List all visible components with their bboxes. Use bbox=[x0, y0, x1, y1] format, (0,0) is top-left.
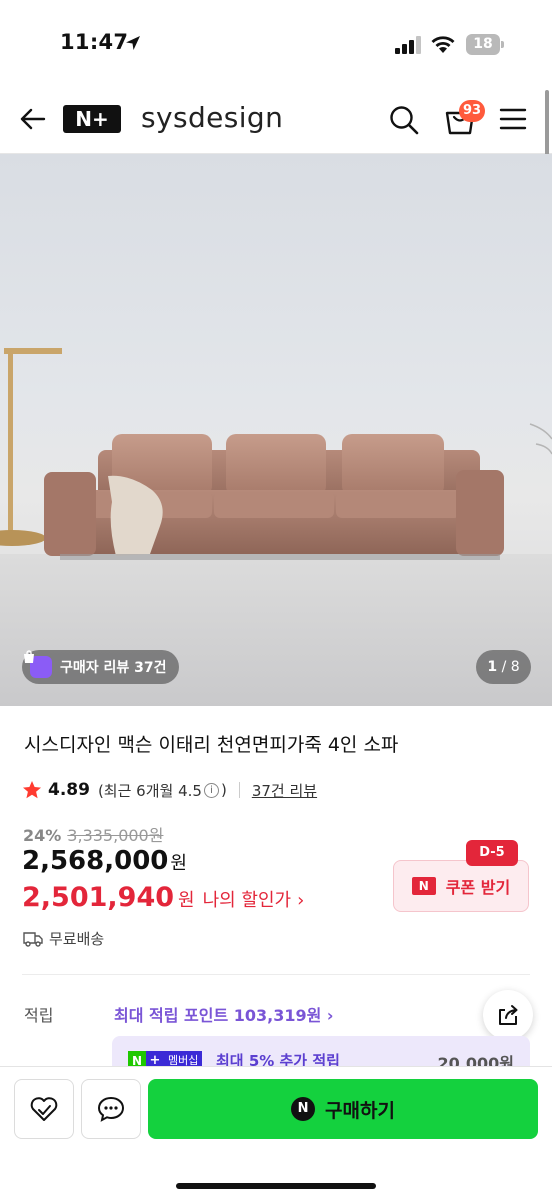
my-discount-price: 2,501,940 bbox=[22, 882, 175, 913]
rating-detail-close: ) bbox=[220, 781, 227, 799]
discount-row: 24% 3,335,000원 bbox=[23, 822, 163, 846]
rating-row: 4.89 (최근 6개월 4.5 i ) 37건 리뷰 bbox=[22, 778, 317, 802]
home-indicator bbox=[176, 1183, 376, 1189]
shipping-row: 무료배송 bbox=[23, 928, 104, 949]
talktalk-button[interactable] bbox=[81, 1079, 141, 1139]
buy-now-button[interactable]: N 구매하기 bbox=[148, 1079, 538, 1139]
review-bag-icon bbox=[24, 650, 52, 678]
discount-percent: 24% bbox=[23, 826, 62, 845]
shipping-label: 무료배송 bbox=[49, 930, 105, 948]
wifi-icon bbox=[431, 36, 455, 53]
heart-check-icon bbox=[30, 1097, 58, 1121]
section-divider bbox=[22, 974, 530, 975]
brand-name[interactable]: sysdesign bbox=[141, 101, 283, 134]
rating-detail: (최근 6개월 4.5 bbox=[97, 781, 202, 800]
image-total: / 8 bbox=[501, 659, 520, 675]
truck-icon bbox=[23, 931, 43, 947]
back-arrow-icon[interactable] bbox=[18, 104, 48, 134]
coupon-dday-badge: D-5 bbox=[466, 840, 518, 866]
price-row: 2,568,000 원 bbox=[22, 846, 187, 876]
my-price-unit: 원 bbox=[178, 890, 195, 911]
my-discount-price-row[interactable]: 2,501,940 원 나의 할인가 › bbox=[22, 882, 304, 913]
sale-price: 2,568,000 bbox=[22, 846, 169, 876]
price-unit: 원 bbox=[170, 853, 187, 874]
naver-plus-logo[interactable]: N+ bbox=[63, 105, 121, 133]
info-icon[interactable]: i bbox=[203, 782, 219, 798]
battery-icon: 18 bbox=[466, 34, 504, 55]
rating-score: 4.89 bbox=[48, 780, 90, 800]
buyer-review-chip[interactable]: 구매자 리뷰 37건 bbox=[22, 650, 179, 684]
status-bar: 11:47 18 bbox=[0, 0, 552, 88]
hamburger-menu-icon[interactable] bbox=[499, 106, 527, 132]
my-discount-label: 나의 할인가 bbox=[202, 890, 292, 911]
max-points-link[interactable]: 최대 적립 포인트 103,319원 › bbox=[114, 1002, 334, 1026]
product-title: 시스디자인 맥슨 이태리 천연면피가죽 4인 소파 bbox=[24, 734, 399, 756]
review-count-link[interactable]: 37건 리뷰 bbox=[252, 780, 317, 801]
chat-bubble-icon bbox=[97, 1096, 125, 1122]
battery-level: 18 bbox=[466, 34, 500, 55]
product-image-carousel[interactable]: 구매자 리뷰 37건 1 / 8 bbox=[0, 154, 552, 706]
location-arrow-icon bbox=[126, 36, 140, 50]
app-header: N+ sysdesign 93 bbox=[0, 88, 552, 154]
buy-now-label: 구매하기 bbox=[325, 1099, 395, 1122]
wishlist-button[interactable] bbox=[14, 1079, 74, 1139]
cellular-signal-icon bbox=[395, 36, 421, 54]
share-icon bbox=[499, 1005, 518, 1025]
share-button[interactable] bbox=[483, 990, 533, 1040]
image-index: 1 bbox=[487, 659, 498, 675]
bottom-action-bar: N 구매하기 bbox=[0, 1066, 552, 1200]
search-icon[interactable] bbox=[388, 104, 420, 136]
chevron-right-icon: › bbox=[297, 890, 305, 911]
sofa-photo bbox=[0, 348, 552, 706]
points-label: 적립 bbox=[24, 1006, 54, 1025]
status-time: 11:47 bbox=[60, 30, 129, 54]
image-counter: 1 / 8 bbox=[476, 650, 531, 684]
coupon-label: 쿠폰 받기 bbox=[445, 878, 511, 897]
naver-pay-icon: N bbox=[291, 1097, 316, 1121]
cart-count-badge: 93 bbox=[459, 100, 486, 122]
original-price: 3,335,000원 bbox=[67, 826, 164, 845]
review-chip-label: 구매자 리뷰 37건 bbox=[60, 660, 167, 676]
naver-n-icon: N bbox=[411, 877, 436, 895]
star-icon bbox=[23, 781, 41, 799]
coupon-button[interactable]: N 쿠폰 받기 bbox=[393, 860, 529, 912]
